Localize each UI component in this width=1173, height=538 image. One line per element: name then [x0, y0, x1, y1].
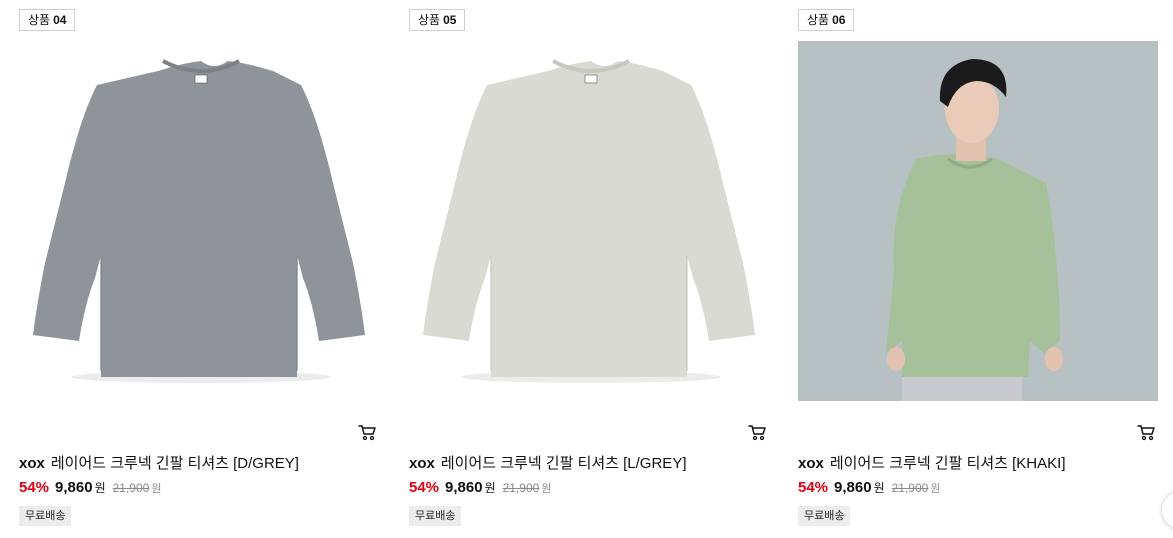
- product-badge: 상품 06: [798, 9, 855, 31]
- currency-unit: 원: [873, 481, 885, 495]
- sale-price: 9,860: [834, 479, 872, 496]
- product-title[interactable]: xox 레이어드 크루넥 긴팔 티셔츠 [L/GREY]: [409, 454, 749, 474]
- original-price: 21,900: [891, 481, 929, 495]
- badge-label: 상품: [807, 13, 830, 27]
- free-shipping-badge: 무료배송: [19, 506, 72, 526]
- product-grid: 상품 04 xox 레이어드 크루넥 긴팔 티셔츠 [D/GREY] 54% 9,86…: [0, 0, 1173, 538]
- original-price: 21,900: [112, 481, 150, 495]
- brand-name: xox: [798, 455, 824, 472]
- sale-price: 9,860: [445, 479, 483, 496]
- cart-icon[interactable]: [747, 422, 767, 442]
- badge-label: 상품: [418, 13, 441, 27]
- badge-number: 04: [53, 13, 67, 27]
- cart-icon[interactable]: [357, 422, 377, 442]
- brand-name: xox: [19, 455, 45, 472]
- product-name: 레이어드 크루넥 긴팔 티셔츠 [KHAKI]: [829, 455, 1066, 472]
- price-row: 54% 9,860 원 21,900 원: [798, 478, 940, 498]
- original-currency-unit: 원: [541, 483, 552, 495]
- original-currency-unit: 원: [930, 483, 941, 495]
- badge-label: 상품: [28, 13, 51, 27]
- discount-rate: 54%: [19, 479, 50, 496]
- free-shipping-badge: 무료배송: [798, 506, 851, 526]
- sale-price: 9,860: [55, 479, 93, 496]
- cart-icon[interactable]: [1136, 422, 1156, 442]
- badge-number: 05: [443, 13, 457, 27]
- product-badge: 상품 04: [19, 9, 76, 31]
- product-image[interactable]: [409, 41, 769, 401]
- product-title[interactable]: xox 레이어드 크루넥 긴팔 티셔츠 [KHAKI]: [798, 454, 1138, 474]
- discount-rate: 54%: [798, 479, 829, 496]
- product-card[interactable]: 상품 05 xox 레이어드 크루넥 긴팔 티셔츠 [L/GREY] 54% 9,86…: [409, 0, 769, 538]
- product-image[interactable]: [19, 41, 379, 401]
- product-name: 레이어드 크루넥 긴팔 티셔츠 [D/GREY]: [50, 455, 299, 472]
- free-shipping-badge: 무료배송: [409, 506, 462, 526]
- discount-rate: 54%: [409, 479, 440, 496]
- product-image[interactable]: [798, 41, 1158, 401]
- price-row: 54% 9,860 원 21,900 원: [19, 478, 161, 498]
- currency-unit: 원: [94, 481, 106, 495]
- price-row: 54% 9,860 원 21,900 원: [409, 478, 551, 498]
- product-title[interactable]: xox 레이어드 크루넥 긴팔 티셔츠 [D/GREY]: [19, 454, 359, 474]
- product-badge: 상품 05: [409, 9, 466, 31]
- original-currency-unit: 원: [151, 483, 162, 495]
- currency-unit: 원: [484, 481, 496, 495]
- badge-number: 06: [832, 13, 846, 27]
- original-price: 21,900: [502, 481, 540, 495]
- product-card[interactable]: 상품 06 xox 레이어드 크루넥 긴팔 티셔츠 [KHAKI] 54% 9,860…: [798, 0, 1158, 538]
- brand-name: xox: [409, 455, 435, 472]
- product-name: 레이어드 크루넥 긴팔 티셔츠 [L/GREY]: [440, 455, 687, 472]
- product-card[interactable]: 상품 04 xox 레이어드 크루넥 긴팔 티셔츠 [D/GREY] 54% 9,86…: [19, 0, 379, 538]
